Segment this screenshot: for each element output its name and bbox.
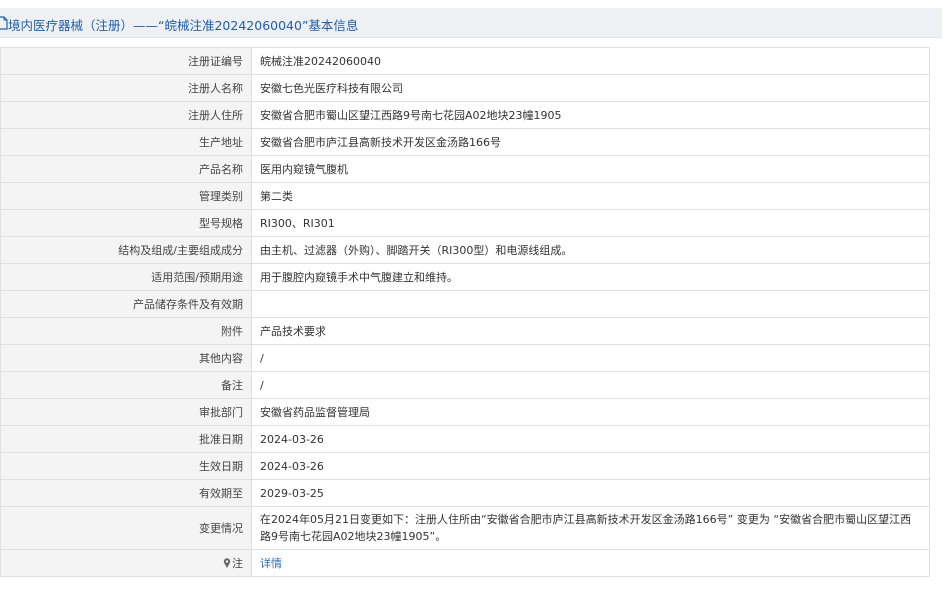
table-row: 型号规格 RI300、RI301: [0, 209, 930, 237]
table-row: 生产地址 安徽省合肥市庐江县高新技术开发区金汤路166号: [0, 128, 930, 156]
page: 境内医疗器械（注册）——“皖械注准20242060040”基本信息 注册证编号皖…: [0, 0, 950, 606]
table-row: 附件 产品技术要求: [0, 317, 930, 345]
note-label-cell: 注: [0, 549, 252, 577]
field-label: 注册人名称: [0, 74, 252, 102]
field-value: RI300、RI301: [251, 209, 930, 237]
field-value: 2029-03-25: [251, 479, 930, 507]
field-value: 医用内窥镜气腹机: [251, 155, 930, 183]
field-label: 生效日期: [0, 452, 252, 480]
table-row: 注册人住所 安徽省合肥市蜀山区望江西路9号南七花园A02地块23幢1905: [0, 101, 930, 129]
field-value: 在2024年05月21日变更如下：注册人住所由“安徽省合肥市庐江县高新技术开发区…: [251, 506, 930, 550]
field-value: 由主机、过滤器（外购）、脚踏开关（RI300型）和电源线组成。: [251, 236, 930, 264]
field-label: 生产地址: [0, 128, 252, 156]
page-title: 境内医疗器械（注册）——“皖械注准20242060040”基本信息: [8, 18, 359, 33]
field-value: 第二类: [251, 182, 930, 210]
field-value: [251, 290, 930, 318]
field-label: 备注: [0, 371, 252, 399]
field-value: 安徽省合肥市庐江县高新技术开发区金汤路166号: [251, 128, 930, 156]
field-label: 变更情况: [0, 506, 252, 550]
field-label: 批准日期: [0, 425, 252, 453]
field-value: 2024-03-26: [251, 452, 930, 480]
table-row: 管理类别 第二类: [0, 182, 930, 210]
field-value: 用于腹腔内窥镜手术中气腹建立和维持。: [251, 263, 930, 291]
pin-icon: [223, 557, 231, 568]
table-row: 注册证编号 皖械注准20242060040: [0, 47, 930, 75]
table-row: 生效日期 2024-03-26: [0, 452, 930, 480]
table-row: 备注 /: [0, 371, 930, 399]
section-header: 境内医疗器械（注册）——“皖械注准20242060040”基本信息: [0, 8, 942, 38]
field-label: 注册人住所: [0, 101, 252, 129]
table-row: 变更情况 在2024年05月21日变更如下：注册人住所由“安徽省合肥市庐江县高新技…: [0, 506, 930, 550]
field-value: 安徽七色光医疗科技有限公司: [251, 74, 930, 102]
table-row: 产品储存条件及有效期: [0, 290, 930, 318]
field-label: 附件: [0, 317, 252, 345]
field-value: 2024-03-26: [251, 425, 930, 453]
note-label: 注: [232, 556, 243, 570]
field-label: 审批部门: [0, 398, 252, 426]
field-label: 产品名称: [0, 155, 252, 183]
table-row: 产品名称 医用内窥镜气腹机: [0, 155, 930, 183]
table-row: 结构及组成/主要组成成分 由主机、过滤器（外购）、脚踏开关（RI300型）和电源线…: [0, 236, 930, 264]
field-value: 安徽省药品监督管理局: [251, 398, 930, 426]
table-row: 批准日期 2024-03-26: [0, 425, 930, 453]
field-label: 管理类别: [0, 182, 252, 210]
field-value: 皖械注准20242060040: [251, 47, 930, 75]
field-label: 型号规格: [0, 209, 252, 237]
field-label: 有效期至: [0, 479, 252, 507]
field-label: 产品储存条件及有效期: [0, 290, 252, 318]
field-value: /: [251, 371, 930, 399]
note-value-cell: 详情: [251, 549, 930, 577]
table-row-note: 注 详情: [0, 549, 930, 577]
table-row: 其他内容 /: [0, 344, 930, 372]
detail-table: 注册证编号 皖械注准20242060040 注册人名称 安徽七色光医疗科技有限公司 注册…: [0, 47, 930, 577]
table-row: 有效期至 2029-03-25: [0, 479, 930, 507]
field-label: 适用范围/预期用途: [0, 263, 252, 291]
field-label: 其他内容: [0, 344, 252, 372]
document-icon: [0, 16, 8, 30]
field-value: /: [251, 344, 930, 372]
field-label: 结构及组成/主要组成成分: [0, 236, 252, 264]
table-row: 适用范围/预期用途 用于腹腔内窥镜手术中气腹建立和维持。: [0, 263, 930, 291]
table-row: 审批部门 安徽省药品监督管理局: [0, 398, 930, 426]
field-label: 注册证编号: [0, 47, 252, 75]
table-row: 注册人名称 安徽七色光医疗科技有限公司: [0, 74, 930, 102]
field-value: 安徽省合肥市蜀山区望江西路9号南七花园A02地块23幢1905: [251, 101, 930, 129]
details-link[interactable]: 详情: [260, 557, 282, 570]
field-value: 产品技术要求: [251, 317, 930, 345]
